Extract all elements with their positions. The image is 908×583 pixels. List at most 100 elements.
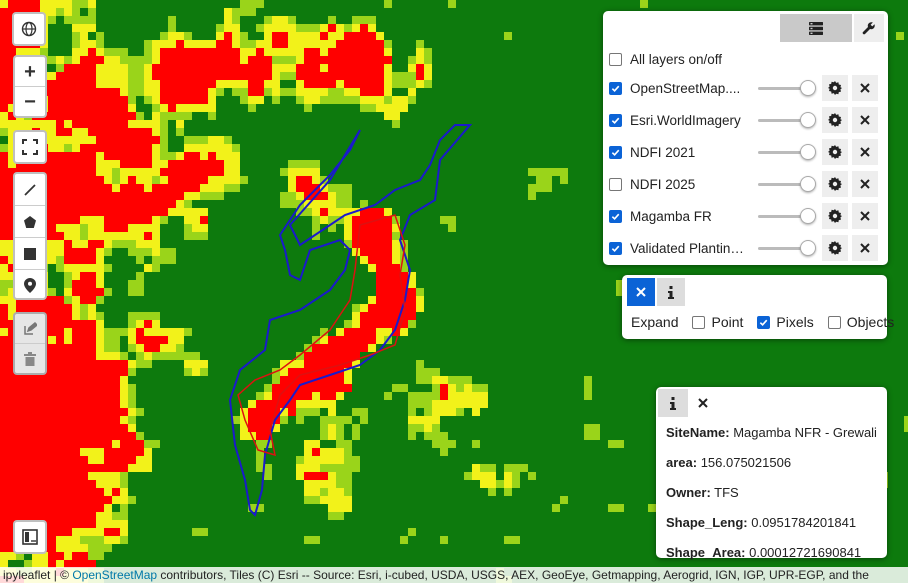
close-popup-button[interactable]	[688, 389, 718, 417]
attribute-value: 0.0951784201841	[747, 515, 857, 530]
gear-icon	[828, 177, 842, 191]
layer-settings-button[interactable]	[822, 139, 848, 165]
fullscreen-control	[13, 130, 47, 164]
layer-visibility-checkbox[interactable]	[609, 209, 622, 223]
layer-opacity-slider[interactable]	[758, 112, 816, 128]
gear-icon	[828, 209, 842, 223]
layer-name: Esri.WorldImagery	[630, 112, 741, 128]
osm-attribution-link[interactable]: OpenStreetMap	[72, 568, 157, 582]
attribute-value: Magamba NFR - Grewali	[729, 425, 877, 440]
layer-settings-button[interactable]	[822, 235, 848, 261]
info-tab[interactable]	[658, 389, 688, 417]
layer-remove-button[interactable]	[852, 235, 878, 261]
attribution-text: contributors, Tiles (C) Esri -- Source: …	[157, 568, 869, 582]
layer-row: NDFI 2025	[609, 171, 884, 197]
basemap-control[interactable]	[12, 12, 46, 46]
layer-row: Magamba FR	[609, 203, 884, 229]
attribute-key: Shape_Area:	[666, 545, 746, 560]
layer-visibility-checkbox[interactable]	[609, 241, 622, 255]
attribute-key: Shape_Leng:	[666, 515, 748, 530]
close-icon	[860, 179, 870, 189]
inspect-option-label: Point	[711, 314, 744, 330]
line-icon[interactable]	[15, 174, 45, 206]
attribution-prefix: ipyleaflet | ©	[3, 568, 73, 582]
feature-info-popup: SiteName: Magamba NFR - Grewali area: 156…	[656, 387, 887, 560]
close-icon	[860, 211, 870, 221]
zoom-out-button[interactable]: −	[15, 87, 45, 116]
info-button[interactable]	[657, 278, 685, 306]
attribute-row: Shape_Area: 0.00012721690841	[666, 545, 861, 560]
slider-handle[interactable]	[800, 176, 816, 192]
edit-icon[interactable]	[15, 314, 45, 344]
attribute-key: area:	[666, 455, 698, 470]
attribute-key: Owner:	[666, 485, 711, 500]
layer-opacity-slider[interactable]	[758, 80, 816, 96]
expand-label: Expand	[631, 314, 679, 330]
close-icon	[860, 115, 870, 125]
layer-name: Magamba FR	[630, 208, 712, 224]
marker-icon[interactable]	[15, 270, 45, 301]
attribute-row: SiteName: Magamba NFR - Grewali	[666, 425, 877, 440]
layer-visibility-checkbox[interactable]	[609, 81, 622, 95]
polygon-icon[interactable]	[15, 206, 45, 238]
close-icon	[860, 243, 870, 253]
layer-opacity-slider[interactable]	[758, 240, 816, 256]
layer-settings-button[interactable]	[822, 107, 848, 133]
close-button[interactable]	[627, 278, 655, 306]
all-layers-checkbox[interactable]	[609, 52, 622, 66]
gear-icon	[828, 241, 842, 255]
fullscreen-icon[interactable]	[15, 132, 45, 162]
all-layers-toggle[interactable]: All layers on/off	[609, 47, 884, 71]
layer-opacity-slider[interactable]	[758, 176, 816, 192]
layers-tab[interactable]	[780, 14, 852, 42]
attribute-row: area: 156.075021506	[666, 455, 791, 470]
layer-opacity-slider[interactable]	[758, 208, 816, 224]
layer-opacity-slider[interactable]	[758, 144, 816, 160]
attribute-value: 0.00012721690841	[745, 545, 862, 560]
legend-control	[13, 520, 47, 554]
close-icon	[698, 398, 708, 408]
inspect-option-checkbox[interactable]	[692, 315, 706, 329]
draw-toolbar	[13, 172, 47, 300]
attribute-row: Owner: TFS	[666, 485, 739, 500]
wrench-icon	[862, 22, 875, 35]
legend-icon[interactable]	[15, 522, 45, 552]
close-icon	[860, 83, 870, 93]
layer-row: NDFI 2021	[609, 139, 884, 165]
layer-remove-button[interactable]	[852, 75, 878, 101]
layer-settings-button[interactable]	[822, 75, 848, 101]
inspect-option-checkbox[interactable]	[827, 315, 841, 329]
attribute-key: SiteName:	[666, 425, 730, 440]
layer-remove-button[interactable]	[852, 171, 878, 197]
layer-row: Esri.WorldImagery	[609, 107, 884, 133]
layer-visibility-checkbox[interactable]	[609, 113, 622, 127]
layer-name: Validated Planting...	[630, 240, 746, 256]
gear-icon	[828, 145, 842, 159]
layer-remove-button[interactable]	[852, 139, 878, 165]
info-icon	[670, 396, 676, 410]
attribution-bar: ipyleaflet | © OpenStreetMap contributor…	[0, 567, 908, 583]
layer-settings-button[interactable]	[822, 203, 848, 229]
layer-visibility-checkbox[interactable]	[609, 145, 622, 159]
layer-remove-button[interactable]	[852, 203, 878, 229]
slider-handle[interactable]	[800, 80, 816, 96]
rectangle-icon[interactable]	[15, 238, 45, 270]
globe-icon[interactable]	[14, 14, 44, 44]
inspector-panel: Expand Point Pixels Objects	[622, 275, 894, 339]
slider-handle[interactable]	[800, 240, 816, 256]
slider-handle[interactable]	[800, 112, 816, 128]
layers-panel: All layers on/off OpenStreetMap.... Esri…	[603, 11, 888, 265]
settings-tab[interactable]	[854, 14, 884, 42]
gear-icon	[828, 113, 842, 127]
all-layers-label: All layers on/off	[630, 51, 723, 67]
zoom-in-button[interactable]: +	[15, 57, 45, 87]
layer-visibility-checkbox[interactable]	[609, 177, 622, 191]
layer-settings-button[interactable]	[822, 171, 848, 197]
trash-icon[interactable]	[15, 344, 45, 373]
slider-handle[interactable]	[800, 144, 816, 160]
layer-remove-button[interactable]	[852, 107, 878, 133]
slider-handle[interactable]	[800, 208, 816, 224]
inspect-option-checkbox[interactable]	[757, 315, 771, 329]
close-icon	[860, 147, 870, 157]
layers-icon	[809, 21, 823, 35]
